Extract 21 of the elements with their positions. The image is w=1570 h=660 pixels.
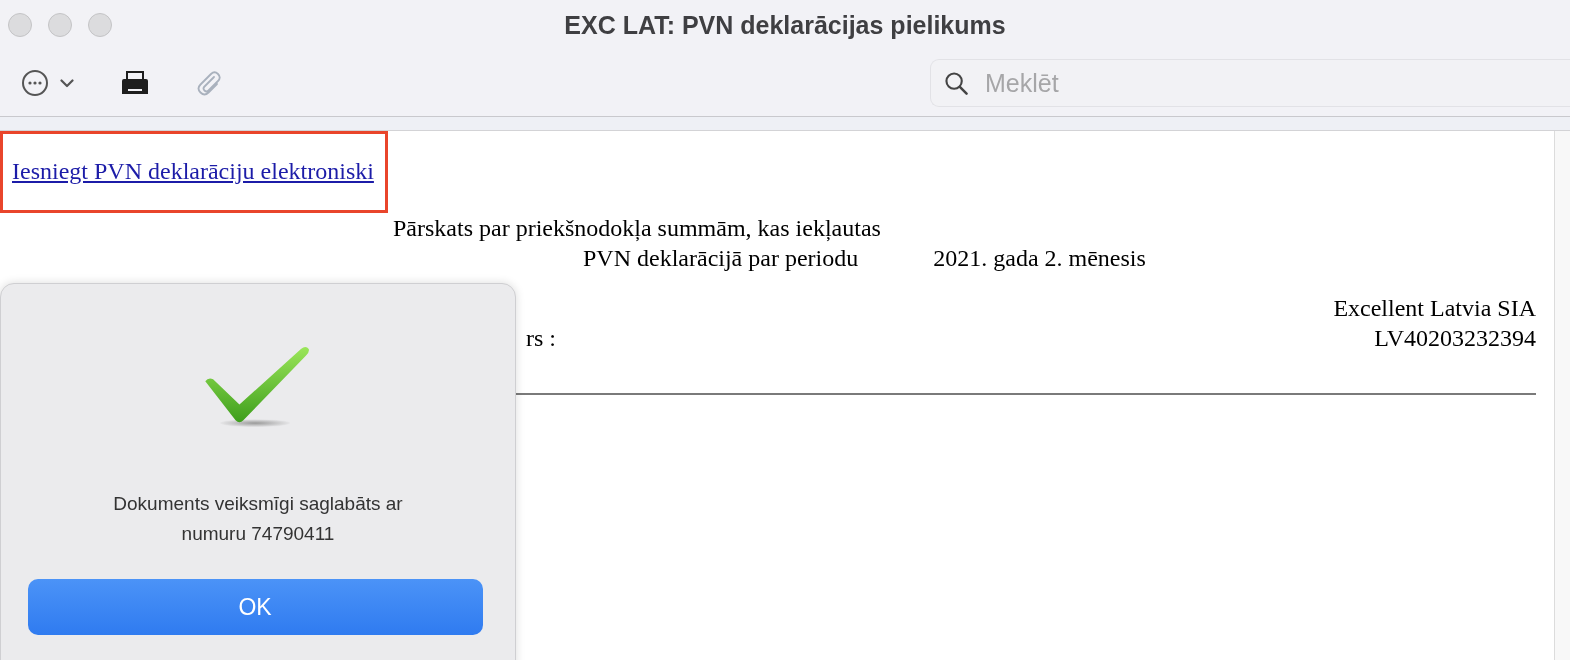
search-field[interactable]: Meklēt xyxy=(930,59,1570,107)
minimize-button[interactable] xyxy=(48,13,72,37)
declaration-link[interactable]: Iesniegt PVN deklarāciju elektroniski xyxy=(12,158,374,184)
checkmark-icon xyxy=(204,346,312,428)
company-name: Excellent Latvia SIA xyxy=(1333,295,1536,321)
ok-button[interactable]: OK xyxy=(27,579,483,635)
caret-icon xyxy=(60,78,74,88)
paperclip-icon xyxy=(196,69,222,97)
dialog-message: Dokuments veiksmīgi saglabāts ar numuru 74790411 xyxy=(112,492,404,546)
report-heading: Pārskats par priekšnodokļa summām, kas iekļautas xyxy=(393,215,881,241)
vat-number: LV40203232394 xyxy=(1374,324,1536,353)
window-title: EXC LAT: PVN deklarācijas pielikums xyxy=(564,10,1006,40)
printer-icon xyxy=(120,71,150,95)
search-icon xyxy=(945,72,968,95)
ellipsis-icon xyxy=(22,70,48,96)
field-label: rs : xyxy=(526,324,556,353)
period-text: 2021. gada 2. mēnesis xyxy=(933,244,1146,273)
more-menu-button[interactable] xyxy=(20,70,76,96)
close-button[interactable] xyxy=(8,13,32,37)
report-heading: PVN deklarācijā par periodu xyxy=(583,244,859,273)
zoom-button[interactable] xyxy=(88,13,112,37)
